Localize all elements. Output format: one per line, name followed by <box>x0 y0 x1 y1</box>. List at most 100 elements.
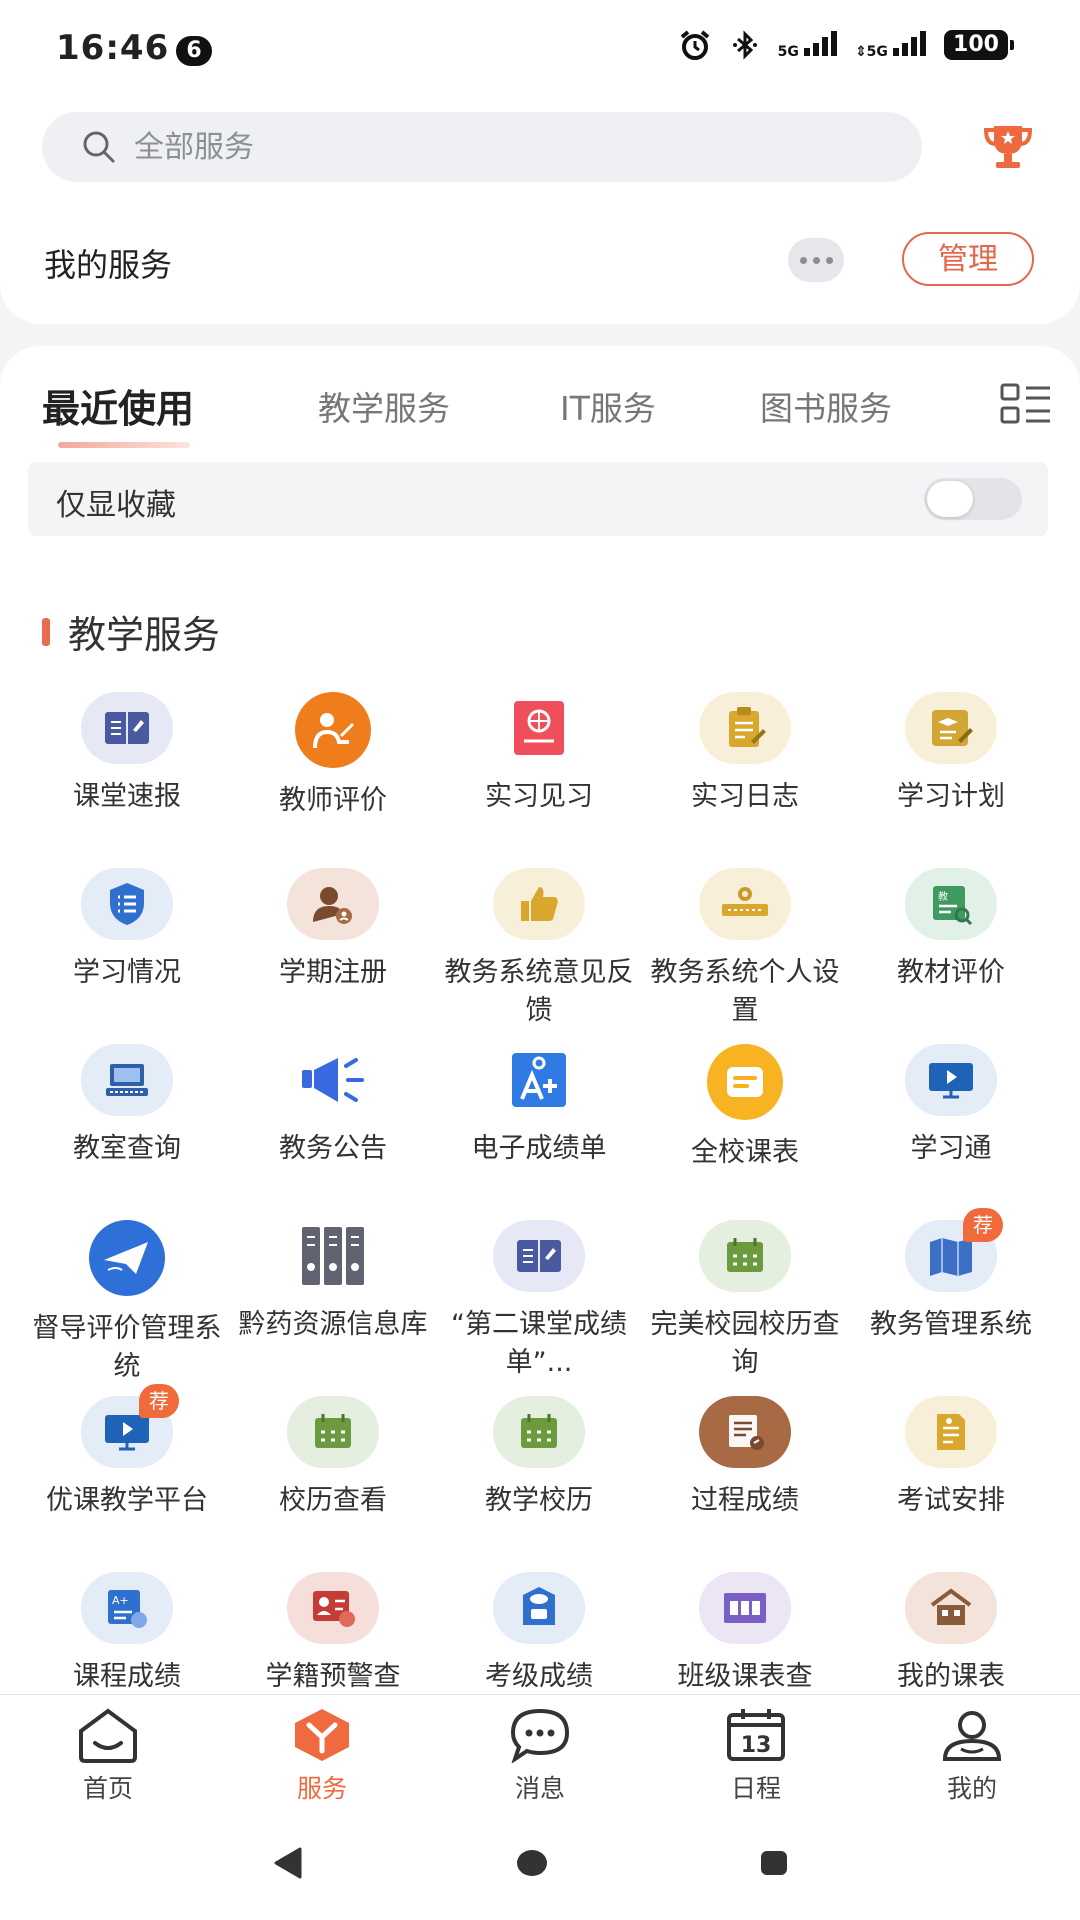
favorites-only-row: 仅显收藏 <box>28 462 1048 536</box>
service-item[interactable]: 学籍预警查 <box>230 1572 436 1696</box>
tab-it[interactable]: IT服务 <box>560 382 656 430</box>
message-card-icon <box>707 1044 783 1120</box>
map-book-icon: 荐 <box>905 1208 1003 1292</box>
book-report-icon <box>81 692 173 764</box>
back-icon[interactable] <box>272 1846 304 1880</box>
service-label: 课堂速报 <box>73 781 181 812</box>
favorites-only-switch[interactable] <box>924 478 1022 520</box>
services-card: 最近使用 教学服务 IT服务 图书服务 仅显收藏 教学服务 课堂速报 教师评价 … <box>0 346 1080 1696</box>
service-label: 考试安排 <box>897 1485 1005 1516</box>
section-title-text: 教学服务 <box>68 613 221 657</box>
service-item[interactable]: 黔药资源信息库 <box>230 1220 436 1396</box>
service-label: 实习日志 <box>691 781 799 812</box>
service-item[interactable]: 课堂速报 <box>24 692 230 868</box>
class-schedule-icon <box>699 1572 791 1644</box>
message-icon <box>510 1708 570 1763</box>
my-services-title: 我的服务 <box>44 246 173 284</box>
service-item[interactable]: 考级成绩 <box>436 1572 642 1696</box>
service-item[interactable]: 学习计划 <box>848 692 1054 868</box>
service-item[interactable]: 完美校园校历查询 <box>642 1220 848 1396</box>
battery-indicator: 100 <box>944 30 1014 60</box>
service-item[interactable]: 教室查询 <box>24 1044 230 1220</box>
house-schedule-icon <box>905 1572 997 1644</box>
more-button[interactable] <box>788 238 844 282</box>
service-label: 学习计划 <box>897 781 1005 812</box>
recents-icon[interactable] <box>760 1850 788 1876</box>
service-item[interactable]: 督导评价管理系统 <box>24 1220 230 1396</box>
calendar-13-icon: 13 <box>727 1709 785 1761</box>
category-tabs: 最近使用 教学服务 IT服务 图书服务 <box>0 346 1080 456</box>
system-navigation-bar <box>0 1814 1080 1920</box>
service-item[interactable]: 过程成绩 <box>642 1396 848 1572</box>
paper-plane-icon <box>89 1220 165 1296</box>
study-plan-icon <box>905 692 997 764</box>
trophy-icon[interactable] <box>982 120 1034 172</box>
service-item[interactable]: 学期注册 <box>230 868 436 1044</box>
service-label: 我的课表 <box>897 1661 1005 1692</box>
student-warning-icon <box>287 1572 379 1644</box>
service-item[interactable]: 班级课表查 <box>642 1572 848 1696</box>
user-register-icon <box>287 868 379 940</box>
nav-service-label: 服务 <box>296 1774 347 1803</box>
category-list-icon[interactable] <box>1000 382 1052 426</box>
search-bar[interactable] <box>42 112 922 182</box>
service-label: 电子成绩单 <box>471 1133 607 1164</box>
notification-count-badge: 6 <box>176 36 212 66</box>
service-label: 教务公告 <box>279 1133 387 1164</box>
signal-1: 5G <box>778 30 837 60</box>
nav-message[interactable]: 消息 <box>480 1707 600 1805</box>
nav-service[interactable]: 服务 <box>262 1707 382 1805</box>
service-label: 教务管理系统 <box>870 1309 1032 1340</box>
service-item[interactable]: 教学校历 <box>436 1396 642 1572</box>
service-item[interactable]: 实习见习 <box>436 692 642 868</box>
service-item[interactable]: 荐 优课教学平台 <box>24 1384 230 1572</box>
manage-button[interactable]: 管理 <box>902 232 1034 286</box>
tab-recent[interactable]: 最近使用 <box>42 378 194 433</box>
service-item[interactable]: A+ 课程成绩 <box>24 1572 230 1696</box>
service-item[interactable]: 考试安排 <box>848 1396 1054 1572</box>
service-item[interactable]: 教师评价 <box>230 692 436 868</box>
service-grid: 课堂速报 教师评价 实习见习 实习日志 学习计划 学习情况 学期注册 教务系统意… <box>24 692 1054 1696</box>
service-label: 班级课表查 <box>677 1661 813 1692</box>
computer-icon <box>81 1044 173 1116</box>
service-item[interactable]: 荐 教务管理系统 <box>848 1208 1054 1396</box>
service-item[interactable]: 教务公告 <box>230 1044 436 1220</box>
tab-library[interactable]: 图书服务 <box>760 382 892 430</box>
svg-text:A+: A+ <box>112 1594 129 1607</box>
service-item[interactable]: 电子成绩单 <box>436 1044 642 1220</box>
tab-teaching[interactable]: 教学服务 <box>318 382 450 430</box>
calendar-icon <box>493 1396 585 1468</box>
service-label: 学籍预警查 <box>265 1661 401 1692</box>
service-item[interactable]: 教 教材评价 <box>848 868 1054 1044</box>
service-item[interactable]: 学习通 <box>848 1044 1054 1220</box>
service-item[interactable]: “第二课堂成绩单”... <box>436 1220 642 1396</box>
service-item[interactable]: 校历查看 <box>230 1396 436 1572</box>
nav-schedule[interactable]: 13 日程 <box>696 1707 816 1805</box>
service-item[interactable]: 教务系统意见反馈 <box>436 868 642 1044</box>
recommend-badge: 荐 <box>963 1208 1003 1242</box>
service-label: 教室查询 <box>73 1133 181 1164</box>
bluetooth-icon <box>732 30 757 60</box>
video-screen-icon: 荐 <box>81 1384 179 1468</box>
settings-machine-icon <box>699 868 791 940</box>
service-label: 课程成绩 <box>73 1661 181 1692</box>
textbook-search-icon: 教 <box>905 868 997 940</box>
service-label: 过程成绩 <box>691 1485 799 1516</box>
section-title: 教学服务 <box>42 604 220 659</box>
service-item[interactable]: 教务系统个人设置 <box>642 868 848 1044</box>
service-item[interactable]: 全校课表 <box>642 1044 848 1220</box>
service-label: 完美校园校历查询 <box>650 1309 840 1378</box>
search-input[interactable] <box>132 128 856 166</box>
service-label: 督导评价管理系统 <box>32 1313 222 1382</box>
nav-profile[interactable]: 我的 <box>912 1707 1032 1805</box>
nav-profile-label: 我的 <box>946 1774 997 1803</box>
service-item[interactable]: 我的课表 <box>848 1572 1054 1696</box>
video-screen-icon <box>905 1044 997 1116</box>
nav-home[interactable]: 首页 <box>48 1707 168 1805</box>
service-item[interactable]: 学习情况 <box>24 868 230 1044</box>
service-label: 教务系统意见反馈 <box>444 957 634 1026</box>
service-label: 优课教学平台 <box>46 1485 208 1516</box>
service-item[interactable]: 实习日志 <box>642 692 848 868</box>
document-brown-icon <box>699 1396 791 1468</box>
home-circle-icon[interactable] <box>516 1848 548 1878</box>
